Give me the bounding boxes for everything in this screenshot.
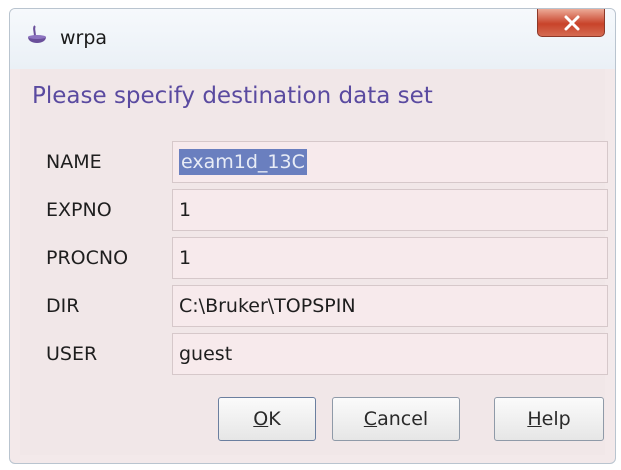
close-icon	[564, 15, 580, 31]
user-field[interactable]: guest	[172, 333, 608, 375]
user-label: USER	[46, 343, 98, 365]
user-value: guest	[179, 343, 233, 365]
help-button[interactable]: Help	[494, 397, 604, 441]
topspin-app-icon	[28, 25, 46, 43]
ok-button[interactable]: OK	[218, 397, 316, 441]
title-bar[interactable]: wrpa	[10, 9, 615, 69]
dir-field[interactable]: C:\Bruker\TOPSPIN	[172, 285, 608, 327]
dialog-body: Please specify destination data set NAME…	[20, 69, 608, 455]
dir-value: C:\Bruker\TOPSPIN	[179, 295, 356, 317]
close-button[interactable]	[537, 9, 605, 37]
prompt-text: Please specify destination data set	[32, 83, 433, 109]
ok-mnemonic: O	[253, 408, 269, 430]
dir-label: DIR	[46, 295, 80, 317]
cancel-button[interactable]: Cancel	[332, 397, 460, 441]
procno-field[interactable]: 1	[172, 237, 608, 279]
window-title: wrpa	[60, 27, 108, 49]
ok-label-rest: K	[268, 408, 281, 430]
cancel-mnemonic: C	[363, 408, 378, 430]
expno-field[interactable]: 1	[172, 189, 608, 231]
dialog-window: wrpa Please specify destination data set…	[9, 8, 616, 464]
expno-label: EXPNO	[46, 199, 112, 221]
procno-value: 1	[179, 247, 192, 269]
cancel-label-rest: ancel	[377, 408, 429, 430]
help-mnemonic: H	[527, 408, 542, 430]
name-label: NAME	[46, 151, 102, 173]
expno-value: 1	[179, 199, 192, 221]
name-field[interactable]: exam1d_13C	[172, 141, 608, 183]
name-value: exam1d_13C	[179, 149, 307, 175]
help-label-rest: elp	[541, 408, 571, 430]
procno-label: PROCNO	[46, 247, 129, 269]
